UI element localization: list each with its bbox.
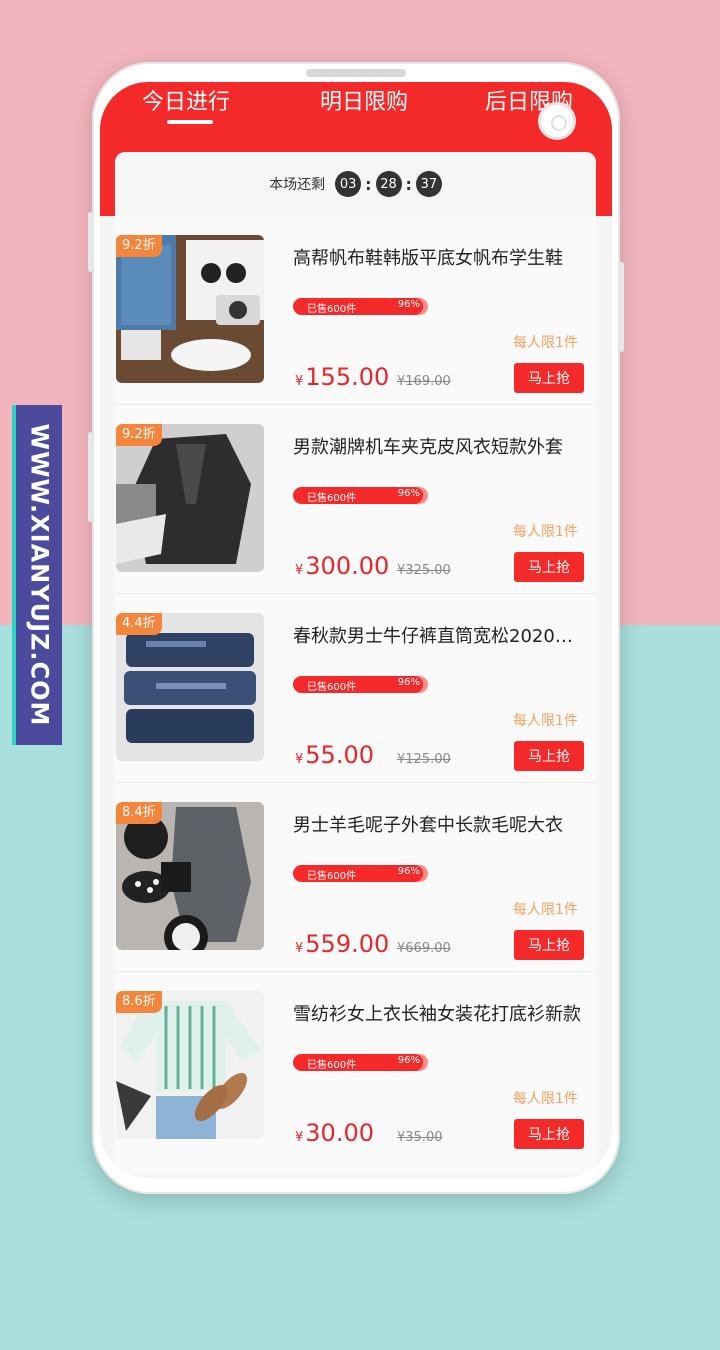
buy-now-button[interactable]: 马上抢	[514, 363, 584, 393]
product-image[interactable]: 4.4折	[116, 613, 264, 761]
product-image[interactable]: 8.4折	[116, 802, 264, 950]
countdown-label: 本场还剩	[269, 177, 326, 193]
product-card[interactable]: 8.4折 男士羊毛呢子外套中长款毛呢大衣 已售600件 96% 每人限1件 ¥5…	[115, 783, 596, 972]
buy-now-button[interactable]: 马上抢	[514, 741, 584, 771]
price-value: 155.00	[305, 363, 390, 391]
purchase-limit: 每人限1件	[513, 713, 578, 729]
app-screen: 今日进行 明日限购 后日限购 本场还剩 03 : 28 : 37 9.2折 高帮…	[100, 82, 612, 1178]
buy-now-button[interactable]: 马上抢	[514, 552, 584, 582]
countdown-hours: 03	[335, 171, 362, 197]
currency-symbol: ¥	[295, 752, 304, 767]
product-title[interactable]: 雪纺衫女上衣长袖女装花打底衫新款	[293, 1000, 585, 1026]
sold-count: 已售600件	[307, 682, 357, 693]
phone-side-button	[619, 262, 624, 352]
product-card[interactable]: 8.6折 雪纺衫女上衣长袖女装花打底衫新款 已售600件 96% 每人限1件 ¥…	[115, 972, 596, 1161]
original-price: ¥669.00	[397, 941, 451, 956]
phone-frame: 今日进行 明日限购 后日限购 本场还剩 03 : 28 : 37 9.2折 高帮…	[88, 62, 624, 1194]
product-card[interactable]: 9.2折 男款潮牌机车夹克皮风衣短款外套 已售600件 96% 每人限1件 ¥3…	[115, 405, 596, 594]
phone-side-button	[88, 212, 93, 272]
product-image[interactable]: 9.2折	[116, 235, 264, 383]
sold-percent: 96%	[397, 299, 420, 310]
sale-price: ¥55.00	[295, 741, 374, 769]
sales-progress-bar: 已售600件 96%	[293, 676, 428, 693]
sale-price: ¥559.00	[295, 930, 389, 958]
product-title[interactable]: 男士羊毛呢子外套中长款毛呢大衣	[293, 811, 585, 837]
countdown-bar: 本场还剩 03 : 28 : 37	[115, 152, 596, 216]
product-image[interactable]: 9.2折	[116, 424, 264, 572]
tab-tomorrow[interactable]: 明日限购	[320, 84, 408, 116]
original-price: ¥35.00	[397, 1130, 443, 1145]
countdown-separator: :	[365, 174, 372, 194]
price-value: 55.00	[305, 741, 374, 769]
site-watermark-banner: WWW.XIANYUJZ.COM	[12, 405, 62, 745]
sold-count: 已售600件	[307, 871, 357, 882]
sales-progress-bar: 已售600件 96%	[293, 487, 428, 504]
product-card[interactable]: 4.4折 春秋款男士牛仔裤直筒宽松2020新款 已售600件 96% 每人限1件…	[115, 594, 596, 783]
sale-price: ¥155.00	[295, 363, 389, 391]
purchase-limit: 每人限1件	[513, 524, 578, 540]
price-value: 300.00	[305, 552, 390, 580]
sold-count: 已售600件	[307, 304, 357, 315]
site-watermark-text: WWW.XIANYUJZ.COM	[25, 423, 54, 727]
product-card[interactable]: 9.2折 高帮帆布鞋韩版平底女帆布学生鞋 已售600件 96% 每人限1件 ¥1…	[115, 216, 596, 405]
original-price: ¥169.00	[397, 374, 451, 389]
countdown-separator: :	[405, 174, 412, 194]
sale-price: ¥30.00	[295, 1119, 374, 1147]
product-title[interactable]: 春秋款男士牛仔裤直筒宽松2020新款	[293, 622, 585, 648]
product-title[interactable]: 高帮帆布鞋韩版平底女帆布学生鞋	[293, 244, 585, 270]
currency-symbol: ¥	[295, 374, 304, 389]
phone-speaker	[306, 69, 406, 77]
sales-progress-bar: 已售600件 96%	[293, 865, 428, 882]
purchase-limit: 每人限1件	[513, 1091, 578, 1107]
sold-percent: 96%	[397, 677, 420, 688]
tab-today[interactable]: 今日进行	[142, 84, 230, 116]
discount-badge: 8.6折	[116, 991, 162, 1013]
discount-badge: 4.4折	[116, 613, 162, 635]
product-list: 9.2折 高帮帆布鞋韩版平底女帆布学生鞋 已售600件 96% 每人限1件 ¥1…	[115, 216, 596, 1174]
phone-side-button	[88, 432, 93, 522]
countdown-minutes: 28	[375, 171, 402, 197]
active-tab-indicator	[167, 120, 213, 124]
countdown-seconds: 37	[415, 171, 442, 197]
currency-symbol: ¥	[295, 563, 304, 578]
price-value: 30.00	[305, 1119, 374, 1147]
camera-icon	[538, 102, 576, 140]
discount-badge: 8.4折	[116, 802, 162, 824]
purchase-limit: 每人限1件	[513, 335, 578, 351]
sold-count: 已售600件	[307, 493, 357, 504]
sales-progress-bar: 已售600件 96%	[293, 298, 428, 315]
buy-now-button[interactable]: 马上抢	[514, 1119, 584, 1149]
currency-symbol: ¥	[295, 1130, 304, 1145]
price-value: 559.00	[305, 930, 390, 958]
sold-percent: 96%	[397, 866, 420, 877]
currency-symbol: ¥	[295, 941, 304, 956]
sold-percent: 96%	[397, 488, 420, 499]
discount-badge: 9.2折	[116, 424, 162, 446]
purchase-limit: 每人限1件	[513, 902, 578, 918]
sales-progress-bar: 已售600件 96%	[293, 1054, 428, 1071]
original-price: ¥125.00	[397, 752, 451, 767]
sale-price: ¥300.00	[295, 552, 389, 580]
discount-badge: 9.2折	[116, 235, 162, 257]
product-image[interactable]: 8.6折	[116, 991, 264, 1139]
sold-percent: 96%	[397, 1055, 420, 1066]
original-price: ¥325.00	[397, 563, 451, 578]
product-title[interactable]: 男款潮牌机车夹克皮风衣短款外套	[293, 433, 585, 459]
buy-now-button[interactable]: 马上抢	[514, 930, 584, 960]
sold-count: 已售600件	[307, 1060, 357, 1071]
